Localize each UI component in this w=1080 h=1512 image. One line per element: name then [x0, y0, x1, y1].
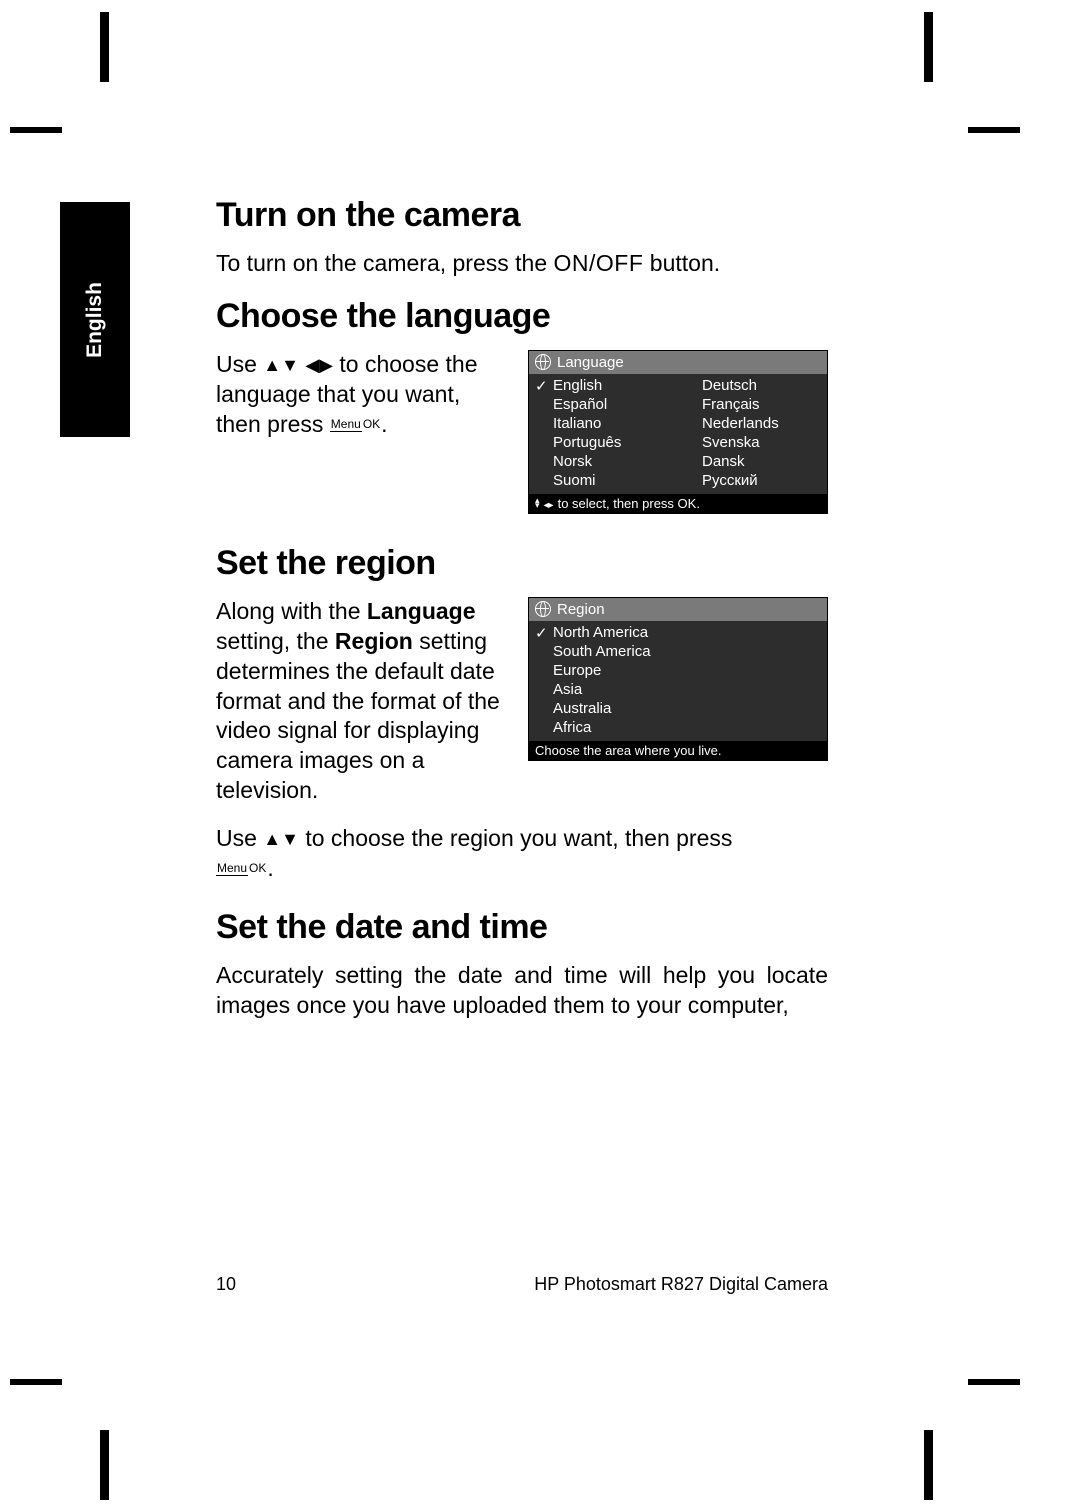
left-right-arrows-icon: ◀▶ [305, 355, 333, 375]
book-title: HP Photosmart R827 Digital Camera [534, 1274, 828, 1295]
language-screen-title: Language [529, 351, 827, 374]
language-option: Suomi [529, 471, 678, 490]
language-option: Español [529, 395, 678, 414]
heading-choose-language: Choose the language [216, 297, 828, 336]
language-screen: Language EnglishDeutschEspañolFrançaisIt… [528, 350, 828, 514]
language-option: Italiano [529, 414, 678, 433]
paragraph-turn-on: To turn on the camera, press the ON/OFF … [216, 249, 828, 279]
region-option: Australia [529, 699, 827, 718]
language-option: Français [678, 395, 827, 414]
language-option: Deutsch [678, 376, 827, 395]
page-number: 10 [216, 1274, 236, 1295]
region-screen: Region North AmericaSouth AmericaEuropeA… [528, 597, 828, 761]
language-tab: English [60, 202, 130, 437]
paragraph-set-region-2: Use ▲▼ to choose the region you want, th… [216, 824, 828, 884]
menu-ok-icon: MenuOK [216, 862, 267, 874]
globe-icon [535, 354, 551, 370]
page-footer: 10 HP Photosmart R827 Digital Camera [216, 1274, 828, 1295]
language-option: Svenska [678, 433, 827, 452]
region-option: Asia [529, 680, 827, 699]
paragraph-set-region-1: Along with the Language setting, the Reg… [216, 597, 504, 806]
language-option: Русский [678, 471, 827, 490]
region-option: South America [529, 642, 827, 661]
region-screen-title: Region [529, 598, 827, 621]
heading-set-region: Set the region [216, 544, 828, 583]
leftright-icon [544, 496, 554, 511]
onoff-label: ON/OFF [554, 250, 644, 276]
language-option: Norsk [529, 452, 678, 471]
heading-set-date-time: Set the date and time [216, 908, 828, 947]
page-content: Turn on the camera To turn on the camera… [216, 196, 828, 1039]
globe-icon [535, 601, 551, 617]
up-down-arrows-icon: ▲▼ [263, 355, 299, 375]
up-down-arrows-icon: ▲▼ [263, 829, 299, 849]
heading-turn-on: Turn on the camera [216, 196, 828, 235]
updown-icon [535, 498, 540, 509]
paragraph-choose-language: Use ▲▼ ◀▶ to choose the language that yo… [216, 350, 504, 440]
language-option: Português [529, 433, 678, 452]
language-screen-footer: to select, then press OK. [529, 494, 827, 513]
paragraph-set-date-time: Accurately setting the date and time wil… [216, 961, 828, 1021]
menu-ok-icon: MenuOK [330, 418, 381, 430]
language-tab-label: English [83, 282, 107, 358]
region-screen-footer: Choose the area where you live. [529, 741, 827, 760]
region-option: Africa [529, 718, 827, 737]
region-option: Europe [529, 661, 827, 680]
language-option: Dansk [678, 452, 827, 471]
region-option: North America [529, 623, 827, 642]
language-option: Nederlands [678, 414, 827, 433]
language-option: English [529, 376, 678, 395]
